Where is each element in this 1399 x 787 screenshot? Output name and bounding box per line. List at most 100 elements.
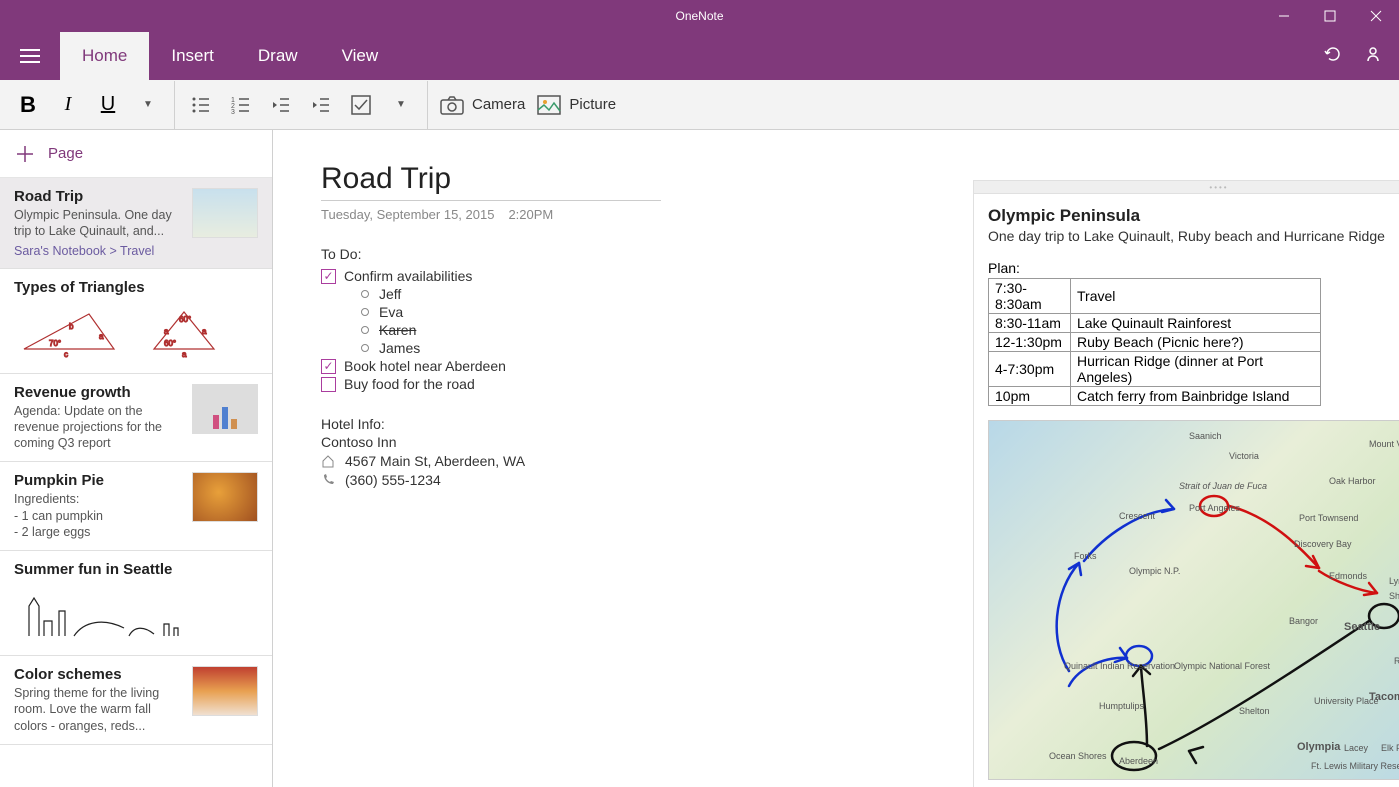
embed-title: Olympic Peninsula <box>988 206 1399 226</box>
map-label: Shoreline <box>1389 591 1399 601</box>
plan-table[interactable]: 7:30-8:30amTravel8:30-11amLake Quinault … <box>988 278 1321 406</box>
plan-label: Plan: <box>988 260 1399 276</box>
bullets-icon <box>191 95 211 115</box>
add-page-button[interactable]: Page <box>0 130 272 178</box>
picture-button[interactable]: Picture <box>531 85 622 125</box>
container-body[interactable]: Olympic Peninsula One day trip to Lake Q… <box>973 194 1399 787</box>
page-item[interactable]: Pumpkin PieIngredients:- 1 can pumpkin- … <box>0 462 272 551</box>
map-label: Victoria <box>1229 451 1259 461</box>
tab-view[interactable]: View <box>320 32 401 80</box>
page-item[interactable]: Summer fun in Seattle <box>0 551 272 656</box>
todo-checkbox[interactable] <box>321 377 336 392</box>
tab-home[interactable]: Home <box>60 32 149 80</box>
map-label: Oak Harbor <box>1329 476 1376 486</box>
triangle-sketch: 70°bac60°60°aaa <box>14 304 254 358</box>
skyline-sketch <box>14 586 254 640</box>
menubar-right <box>1323 32 1383 80</box>
maximize-button[interactable] <box>1307 0 1353 32</box>
numbering-button[interactable]: 123 <box>221 85 261 125</box>
todo-label: Confirm availabilities <box>344 268 472 284</box>
plan-time: 12-1:30pm <box>989 333 1071 352</box>
map-label: Forks <box>1074 551 1097 561</box>
embed-subtitle: One day trip to Lake Quinault, Ruby beac… <box>988 228 1399 244</box>
bullet-icon <box>361 344 369 352</box>
page-thumbnail <box>192 188 258 238</box>
page-preview: Olympic Peninsula. One day trip to Lake … <box>14 207 182 240</box>
svg-text:b: b <box>69 322 74 331</box>
todo-tag-button[interactable] <box>341 85 381 125</box>
tab-insert[interactable]: Insert <box>149 32 236 80</box>
plan-desc: Lake Quinault Rainforest <box>1071 314 1321 333</box>
indent-icon <box>311 95 331 115</box>
map-label: Olympia <box>1297 741 1340 753</box>
page-title: Types of Triangles <box>14 279 258 296</box>
picture-label: Picture <box>569 96 616 113</box>
subitem-label: Jeff <box>379 286 401 302</box>
container-drag-handle[interactable]: •••• ↔ <box>973 180 1399 194</box>
map-label: Humptulips <box>1099 701 1144 711</box>
svg-text:c: c <box>64 350 68 358</box>
page-preview: Agenda: Update on the revenue projection… <box>14 403 182 452</box>
share-button[interactable] <box>1363 44 1383 69</box>
table-row[interactable]: 7:30-8:30amTravel <box>989 279 1321 314</box>
numbering-icon: 123 <box>231 95 251 115</box>
svg-text:60°: 60° <box>179 315 191 324</box>
phone-icon <box>321 473 335 487</box>
page-title: Revenue growth <box>14 384 182 401</box>
page-item[interactable]: Revenue growth Agenda: Update on the reve… <box>0 374 272 463</box>
todo-checkbox[interactable] <box>321 269 336 284</box>
minimize-button[interactable] <box>1261 0 1307 32</box>
tab-draw[interactable]: Draw <box>236 32 320 80</box>
table-row[interactable]: 4-7:30pmHurrican Ridge (dinner at Port A… <box>989 352 1321 387</box>
close-button[interactable] <box>1353 0 1399 32</box>
page-title: Color schemes <box>14 666 182 683</box>
bold-icon: B <box>20 92 36 118</box>
map-label: Saanich <box>1189 431 1222 441</box>
table-row[interactable]: 8:30-11amLake Quinault Rainforest <box>989 314 1321 333</box>
tags-more-button[interactable]: ▼ <box>381 85 421 125</box>
titlebar: OneNote <box>0 0 1399 32</box>
svg-text:a: a <box>99 332 104 341</box>
ribbon: B I U ▼ 123 ▼ Camera Picture <box>0 80 1399 130</box>
plan-time: 8:30-11am <box>989 314 1071 333</box>
page-title: Road Trip <box>14 188 182 205</box>
map-label: Aberdeen <box>1119 756 1158 766</box>
bullets-button[interactable] <box>181 85 221 125</box>
map-label: Ocean Shores <box>1049 751 1107 761</box>
page-item[interactable]: Types of Triangles70°bac60°60°aaa <box>0 269 272 374</box>
map-label: Bangor <box>1289 616 1318 626</box>
undo-button[interactable] <box>1323 44 1343 69</box>
note-canvas[interactable]: Road Trip Tuesday, September 15, 20152:2… <box>273 130 1399 787</box>
table-row[interactable]: 12-1:30pmRuby Beach (Picnic here?) <box>989 333 1321 352</box>
app-title: OneNote <box>675 9 723 23</box>
font-more-button[interactable]: ▼ <box>128 85 168 125</box>
hamburger-button[interactable] <box>0 32 60 80</box>
todo-label: Book hotel near Aberdeen <box>344 358 506 374</box>
map-label: Renton <box>1394 656 1399 666</box>
outdent-button[interactable] <box>261 85 301 125</box>
map-label: Port Townsend <box>1299 513 1358 523</box>
map-label: Ft. Lewis Military Reservation <box>1311 761 1399 771</box>
plan-desc: Catch ferry from Bainbridge Island <box>1071 387 1321 406</box>
grip-icon: •••• <box>1209 183 1228 192</box>
page-title: Pumpkin Pie <box>14 472 182 489</box>
todo-checkbox[interactable] <box>321 359 336 374</box>
separator <box>174 81 175 129</box>
chevron-down-icon: ▼ <box>143 99 153 110</box>
menubar: Home Insert Draw View <box>0 32 1399 80</box>
plan-time: 4-7:30pm <box>989 352 1071 387</box>
camera-button[interactable]: Camera <box>434 85 531 125</box>
page-item[interactable]: Color schemesSpring theme for the living… <box>0 656 272 745</box>
italic-button[interactable]: I <box>48 85 88 125</box>
bold-button[interactable]: B <box>8 85 48 125</box>
page-thumbnail <box>192 666 258 716</box>
page-thumbnail <box>192 384 258 434</box>
note-container[interactable]: •••• ↔ Olympic Peninsula One day trip to… <box>973 180 1399 787</box>
note-title[interactable]: Road Trip <box>321 162 661 201</box>
indent-button[interactable] <box>301 85 341 125</box>
svg-text:a: a <box>182 350 187 358</box>
table-row[interactable]: 10pmCatch ferry from Bainbridge Island <box>989 387 1321 406</box>
ink-annotations <box>989 421 1399 780</box>
page-item[interactable]: Road Trip Olympic Peninsula. One day trip… <box>0 178 272 269</box>
underline-button[interactable]: U <box>88 85 128 125</box>
